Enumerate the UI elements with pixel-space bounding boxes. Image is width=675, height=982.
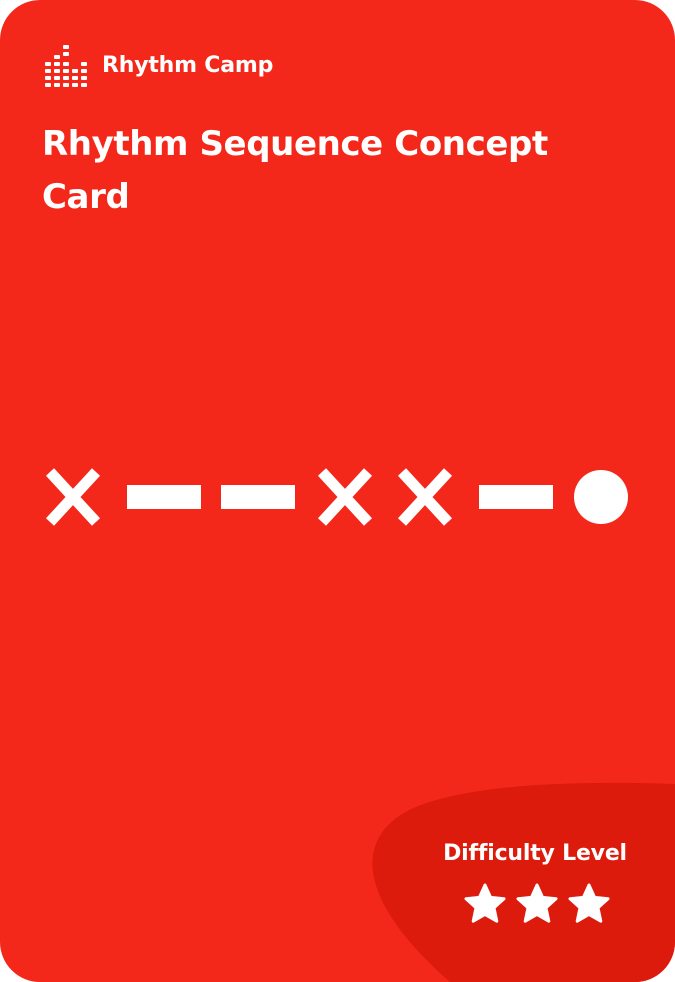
difficulty-label: Difficulty Level [443,841,627,866]
brand-name: Rhythm Camp [102,53,274,78]
dash-icon [221,466,295,528]
card-title: Rhythm Sequence Concept Card [42,124,548,217]
brand: Rhythm Camp [44,44,273,88]
rhythm-sequence [0,466,675,528]
equalizer-bars-icon [45,45,87,87]
cross-icon [316,466,374,528]
concept-card: Rhythm Camp Rhythm Sequence Concept Card [0,0,675,982]
dash-icon [479,466,553,528]
difficulty-panel: Difficulty Level [430,838,640,926]
difficulty-stars [430,882,640,926]
star-icon [463,882,507,926]
cross-icon [44,466,102,528]
star-icon [515,882,559,926]
circle-icon [573,466,629,528]
star-icon [567,882,611,926]
cross-icon [396,466,454,528]
dash-icon [127,466,201,528]
